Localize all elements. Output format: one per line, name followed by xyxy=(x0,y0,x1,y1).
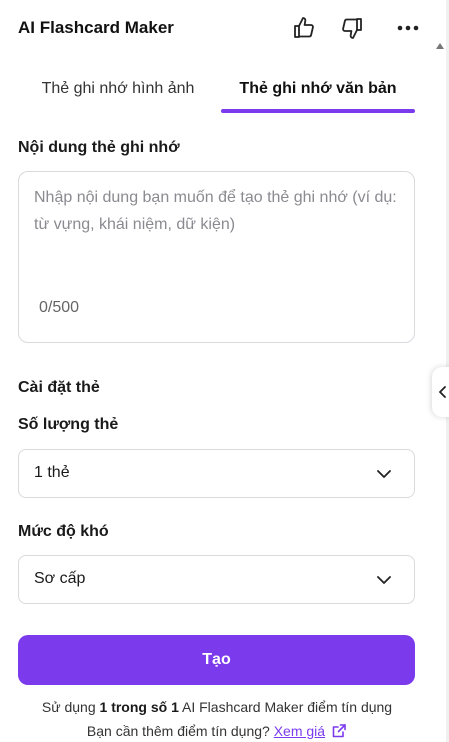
app-title: AI Flashcard Maker xyxy=(18,18,174,37)
need-more-credits-text: Bạn cần thêm điểm tín dụng? xyxy=(86,723,270,739)
mode-tabs: Thẻ ghi nhớ hình ảnh Thẻ ghi nhớ văn bản xyxy=(18,66,415,114)
collapse-panel-tab[interactable] xyxy=(432,367,449,417)
active-tab-indicator xyxy=(221,109,415,113)
difficulty-select[interactable]: Sơ cấp xyxy=(18,555,415,604)
usage-suffix: AI Flashcard Maker điểm tín dụng xyxy=(182,699,393,715)
difficulty-value: Sơ cấp xyxy=(34,570,86,587)
panel-header: AI Flashcard Maker xyxy=(0,0,440,58)
create-button[interactable]: Tạo xyxy=(18,635,415,685)
content-input-box: 0/500 xyxy=(18,171,415,343)
chevron-left-icon xyxy=(439,386,446,398)
tab-image-flashcards[interactable]: Thẻ ghi nhớ hình ảnh xyxy=(18,66,218,112)
card-count-select[interactable]: 1 thẻ xyxy=(18,449,415,498)
view-pricing-link[interactable]: Xem giá xyxy=(274,723,325,739)
external-link-icon[interactable] xyxy=(331,723,347,739)
more-icon[interactable] xyxy=(394,14,422,42)
card-count-label: Số lượng thẻ xyxy=(18,416,119,433)
usage-count: 1 trong số 1 xyxy=(99,699,179,715)
usage-info: Sử dụng 1 trong số 1 AI Flashcard Maker … xyxy=(0,699,434,715)
content-textarea[interactable] xyxy=(34,184,402,284)
usage-prefix: Sử dụng xyxy=(41,699,96,715)
difficulty-label: Mức độ khó xyxy=(18,523,109,540)
char-counter: 0/500 xyxy=(39,299,80,316)
settings-title: Cài đặt thẻ xyxy=(18,379,100,396)
chevron-down-icon xyxy=(377,576,391,584)
thumbs-down-icon[interactable] xyxy=(338,14,366,42)
credits-info: Bạn cần thêm điểm tín dụng? Xem giá xyxy=(0,723,434,739)
scroll-up-arrow[interactable] xyxy=(436,43,444,49)
card-count-value: 1 thẻ xyxy=(34,464,70,481)
tab-text-flashcards[interactable]: Thẻ ghi nhớ văn bản xyxy=(221,66,415,112)
thumbs-up-icon[interactable] xyxy=(290,14,318,42)
content-label: Nội dung thẻ ghi nhớ xyxy=(18,139,180,156)
chevron-down-icon xyxy=(377,470,391,478)
